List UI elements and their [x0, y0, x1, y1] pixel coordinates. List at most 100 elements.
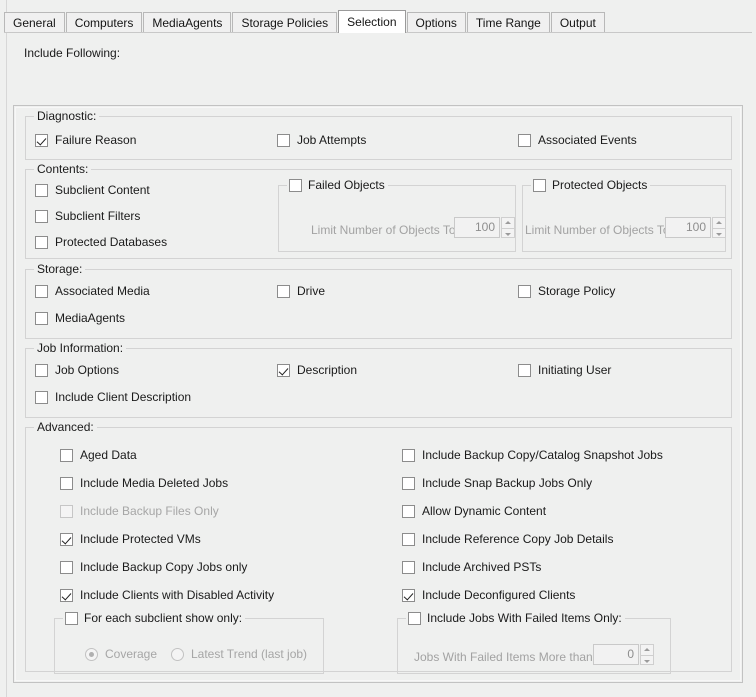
spinner-down-icon[interactable] [712, 227, 726, 238]
spinner-down-icon[interactable] [501, 227, 515, 238]
checkbox-label: Include Backup Files Only [80, 504, 219, 518]
checkbox-initiating-user[interactable]: Initiating User [518, 363, 611, 377]
failed-items-more-than-label: Jobs With Failed Items More than: [414, 650, 597, 664]
checkbox-label: Associated Media [55, 284, 150, 298]
checkbox-box-icon [60, 532, 73, 546]
spinner-down-icon[interactable] [640, 654, 654, 665]
checkbox-label: Include Jobs With Failed Items Only: [427, 611, 622, 625]
spinner-buttons[interactable] [501, 217, 515, 238]
checkbox-aged-data[interactable]: Aged Data [60, 448, 137, 462]
checkbox-mediaagents[interactable]: MediaAgents [35, 311, 125, 325]
checkbox-protected-databases[interactable]: Protected Databases [35, 235, 167, 249]
group-failed-objects: Failed Objects Limit Number of Objects T… [278, 178, 516, 252]
checkbox-associated-events[interactable]: Associated Events [518, 133, 637, 147]
group-job-information-legend: Job Information: [34, 341, 127, 355]
checkbox-drive[interactable]: Drive [277, 284, 325, 298]
checkbox-subclient-content[interactable]: Subclient Content [35, 183, 150, 197]
checkbox-box-icon [60, 560, 73, 574]
checkbox-box-icon [518, 363, 531, 377]
checkbox-job-attempts[interactable]: Job Attempts [277, 133, 366, 147]
checkbox-label: Job Options [55, 363, 120, 377]
checkbox-label: Include Reference Copy Job Details [422, 532, 614, 546]
checkbox-box-icon [277, 133, 290, 147]
tab-strip: General Computers MediaAgents Storage Po… [4, 10, 752, 33]
checkbox-label: Include Client Description [55, 390, 192, 404]
checkbox-box-icon [277, 284, 290, 298]
checkbox-box-icon [65, 611, 78, 625]
checkbox-label: Initiating User [538, 363, 612, 377]
tab-general[interactable]: General [4, 12, 65, 32]
failed-items-more-than-spinner[interactable]: 0 [593, 644, 654, 665]
spinner-up-icon[interactable] [712, 217, 726, 228]
radio-circle-icon [171, 647, 184, 661]
checkbox-label: Failure Reason [55, 133, 137, 147]
failed-objects-limit-input[interactable]: 100 [454, 217, 500, 238]
protected-objects-limit-label: Limit Number of Objects To: [525, 223, 673, 237]
protected-objects-limit-spinner[interactable]: 100 [665, 217, 726, 238]
checkbox-associated-media[interactable]: Associated Media [35, 284, 150, 298]
window-left-rail [0, 0, 7, 697]
selection-options-panel: Diagnostic: Failure Reason Job Attempts … [13, 105, 743, 683]
spinner-up-icon[interactable] [640, 644, 654, 655]
radio-coverage: Coverage [85, 647, 157, 661]
group-diagnostic-legend: Diagnostic: [34, 109, 100, 123]
checkbox-label: Protected Databases [55, 235, 168, 249]
group-diagnostic: Diagnostic: Failure Reason Job Attempts … [25, 109, 732, 160]
checkbox-include-reference-copy-job-details[interactable]: Include Reference Copy Job Details [402, 532, 613, 546]
protected-objects-limit-input[interactable]: 100 [665, 217, 711, 238]
checkbox-box-icon [277, 363, 290, 377]
checkbox-include-deconfigured-clients[interactable]: Include Deconfigured Clients [402, 588, 575, 602]
checkbox-include-backup-copy-catalog-snapshot-jobs[interactable]: Include Backup Copy/Catalog Snapshot Job… [402, 448, 663, 462]
checkbox-include-backup-copy-jobs-only[interactable]: Include Backup Copy Jobs only [60, 560, 247, 574]
group-for-each-subclient: For each subclient show only: Coverage L… [54, 611, 324, 674]
checkbox-include-clients-with-disabled-activity[interactable]: Include Clients with Disabled Activity [60, 588, 274, 602]
group-job-information: Job Information: Job Options Description… [25, 341, 732, 418]
checkbox-subclient-filters[interactable]: Subclient Filters [35, 209, 140, 223]
checkbox-include-snap-backup-jobs-only[interactable]: Include Snap Backup Jobs Only [402, 476, 592, 490]
tab-computers[interactable]: Computers [65, 12, 143, 32]
include-following-label: Include Following: [24, 46, 121, 60]
checkbox-label: Drive [297, 284, 326, 298]
checkbox-box-icon [60, 504, 73, 518]
checkbox-job-options[interactable]: Job Options [35, 363, 119, 377]
tab-selection[interactable]: Selection [338, 10, 406, 33]
checkbox-box-icon [60, 588, 73, 602]
checkbox-for-each-subclient-show-only[interactable]: For each subclient show only: [63, 611, 246, 625]
checkbox-storage-policy[interactable]: Storage Policy [518, 284, 615, 298]
checkbox-include-protected-vms[interactable]: Include Protected VMs [60, 532, 201, 546]
checkbox-include-archived-psts[interactable]: Include Archived PSTs [402, 560, 541, 574]
checkbox-box-icon [289, 178, 302, 192]
checkbox-box-icon [402, 560, 415, 574]
group-storage-legend: Storage: [34, 262, 86, 276]
checkbox-box-icon [402, 532, 415, 546]
checkbox-label: Protected Objects [552, 178, 648, 192]
checkbox-box-icon [35, 235, 48, 249]
spinner-buttons[interactable] [640, 644, 654, 665]
tab-mediaagents[interactable]: MediaAgents [143, 12, 232, 32]
checkbox-include-backup-files-only: Include Backup Files Only [60, 504, 219, 518]
tab-storage-policies[interactable]: Storage Policies [232, 12, 338, 32]
checkbox-protected-objects[interactable]: Protected Objects [531, 178, 651, 192]
checkbox-box-icon [533, 178, 546, 192]
tab-options[interactable]: Options [406, 12, 466, 32]
failed-items-more-than-input[interactable]: 0 [593, 644, 639, 665]
checkbox-box-icon [60, 476, 73, 490]
checkbox-label: For each subclient show only: [84, 611, 243, 625]
checkbox-box-icon [35, 133, 48, 147]
checkbox-include-client-description[interactable]: Include Client Description [35, 390, 191, 404]
checkbox-label: Include Deconfigured Clients [422, 588, 576, 602]
tab-time-range[interactable]: Time Range [466, 12, 550, 32]
checkbox-allow-dynamic-content[interactable]: Allow Dynamic Content [402, 504, 546, 518]
checkbox-box-icon [60, 448, 73, 462]
checkbox-include-jobs-with-failed-items-only[interactable]: Include Jobs With Failed Items Only: [406, 611, 625, 625]
spinner-buttons[interactable] [712, 217, 726, 238]
tab-output[interactable]: Output [550, 12, 605, 32]
checkbox-failed-objects[interactable]: Failed Objects [287, 178, 388, 192]
spinner-up-icon[interactable] [501, 217, 515, 228]
checkbox-include-media-deleted-jobs[interactable]: Include Media Deleted Jobs [60, 476, 228, 490]
failed-objects-limit-spinner[interactable]: 100 [454, 217, 515, 238]
checkbox-label: Subclient Filters [55, 209, 141, 223]
checkbox-box-icon [518, 133, 531, 147]
checkbox-description[interactable]: Description [277, 363, 357, 377]
checkbox-failure-reason[interactable]: Failure Reason [35, 133, 136, 147]
